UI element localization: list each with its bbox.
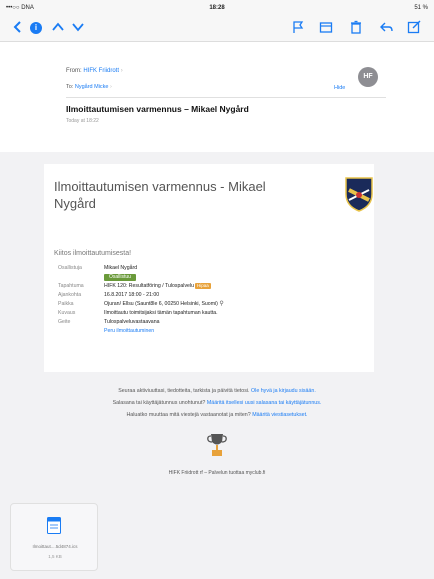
footer-line-login: Seuraa aktiviuuttasi, tiedotteita, tarki… (0, 388, 434, 394)
next-message-icon[interactable] (70, 20, 86, 36)
reset-password-link[interactable]: Määritä itsellesi uusi salasana tai käyt… (207, 400, 322, 406)
status-badge: Osallistuu (104, 273, 136, 282)
flag-icon[interactable] (290, 20, 306, 36)
participant-name: Mikael Nygård (104, 265, 138, 271)
recipient-name[interactable]: Nygård Micke (75, 84, 109, 90)
detail-row: Geite Tulospalveluvastaavana (54, 318, 364, 327)
battery-level: 51 % (414, 5, 428, 11)
sender-avatar[interactable]: HF (358, 67, 378, 87)
footer-line-settings: Haluatko muuttaa mitä viestejä vastaanot… (0, 412, 434, 418)
map-pin-icon[interactable]: ⚲ (219, 301, 223, 307)
back-icon[interactable] (10, 20, 26, 36)
folder-icon[interactable] (318, 20, 334, 36)
trash-icon[interactable] (348, 20, 364, 36)
message-header: From: HIFK Friidrott › To: Nygård Micke … (0, 42, 434, 152)
mail-toolbar: i (0, 16, 434, 42)
login-link[interactable]: Ole hyvä ja kirjaudu sisään. (251, 388, 316, 394)
to-row: To: Nygård Micke › (66, 84, 112, 90)
thanks-message: Kiitos ilmoittautumisesta! (54, 250, 132, 257)
detail-row: Kuvaus Ilmoittautu toimitsijaksi tämän t… (54, 309, 364, 318)
footer-text: Haluatko muuttaa mitä viestejä vastaanot… (126, 412, 251, 418)
footer-text: Salasana tai käyttäjätunnus unohtunut? (112, 400, 206, 406)
participating-pill: Osallistuu (104, 274, 136, 281)
event-tag: Hipaa (194, 283, 211, 289)
to-label: To: (66, 84, 74, 90)
detail-row: Tapahtuma HIFK 120: Resultatföring / Tul… (54, 282, 364, 291)
event-name-text: HIFK 120: Resultatföring / Tulospalvelu (104, 283, 194, 289)
registration-details: Osallistuja Mikael Nygård Osallistuu Tap… (54, 264, 364, 336)
calendar-attachment[interactable]: Ilmoittaut....5d4874.ics 1,5 KB (10, 503, 98, 571)
header-divider (66, 97, 386, 98)
event-location: Ojuran/ Ellsu (Saunt8le 6, 00250 Helsink… (104, 300, 224, 309)
card-title: Ilmoittautumisen varmennus - Mikael Nygå… (54, 179, 266, 211)
trophy-logo (207, 434, 227, 456)
detail-label: Geite (58, 319, 71, 325)
organization-footer: HIFK Friidrott rf – Palvelun tuottaa myc… (168, 470, 266, 476)
location-text: Ojuran/ Ellsu (Saunt8le 6, 00250 Helsink… (104, 301, 218, 307)
detail-label: Osallistuja (58, 265, 82, 271)
detail-label: Ajankohta (58, 292, 82, 298)
clock: 18:28 (209, 5, 225, 11)
email-subject: Ilmoittautumisen varmennus – Mikael Nygå… (66, 104, 249, 114)
email-body-card: Ilmoittautumisen varmennus - Mikael Nygå… (44, 164, 374, 372)
detail-row: Osallistuja Mikael Nygård (54, 264, 364, 273)
detail-row: Osallistuu (54, 273, 364, 282)
attachment-size: 1,5 KB (48, 554, 62, 559)
cancel-registration-link[interactable]: Peru ilmoittautuminen (104, 327, 154, 336)
previous-message-icon[interactable] (50, 20, 66, 36)
email-date: Today at 18:22 (66, 118, 99, 124)
inbox-badge[interactable]: i (30, 22, 42, 34)
detail-row: Paikka Ojuran/ Ellsu (Saunt8le 6, 00250 … (54, 300, 364, 309)
calendar-file-icon (47, 517, 61, 534)
detail-row: Ajankohta 16.8.2017 18:00 - 21:00 (54, 291, 364, 300)
hifk-crest-logo (345, 177, 373, 212)
event-role: Tulospalveluvastaavana (104, 319, 160, 325)
detail-row: Peru ilmoittautuminen (54, 327, 364, 336)
hide-details-link[interactable]: Hide (334, 85, 345, 91)
footer-text: Seuraa aktiviuuttasi, tiedotteita, tarki… (118, 388, 250, 394)
detail-label: Paikka (58, 301, 74, 307)
event-name: HIFK 120: Resultatföring / Tulospalvelu H… (104, 282, 211, 291)
sender-name[interactable]: HIFK Friidrott (83, 68, 119, 74)
compose-icon[interactable] (406, 20, 422, 36)
from-label: From: (66, 68, 82, 74)
status-bar: •••○○ DNA 18:28 51 % (0, 0, 434, 16)
attachment-filename: Ilmoittaut....5d4874.ics (32, 544, 78, 549)
message-settings-link[interactable]: Määritä viestiasetukset. (252, 412, 307, 418)
footer-line-password: Salasana tai käyttäjätunnus unohtunut? M… (0, 400, 434, 406)
detail-label: Tapahtuma (58, 283, 84, 289)
detail-label: Kuvaus (58, 310, 76, 316)
event-time: 16.8.2017 18:00 - 21:00 (104, 292, 160, 298)
event-description: Ilmoittautu toimitsijaksi tämän tapahtum… (104, 310, 218, 316)
from-row: From: HIFK Friidrott › (66, 68, 123, 74)
reply-icon[interactable] (378, 20, 394, 36)
